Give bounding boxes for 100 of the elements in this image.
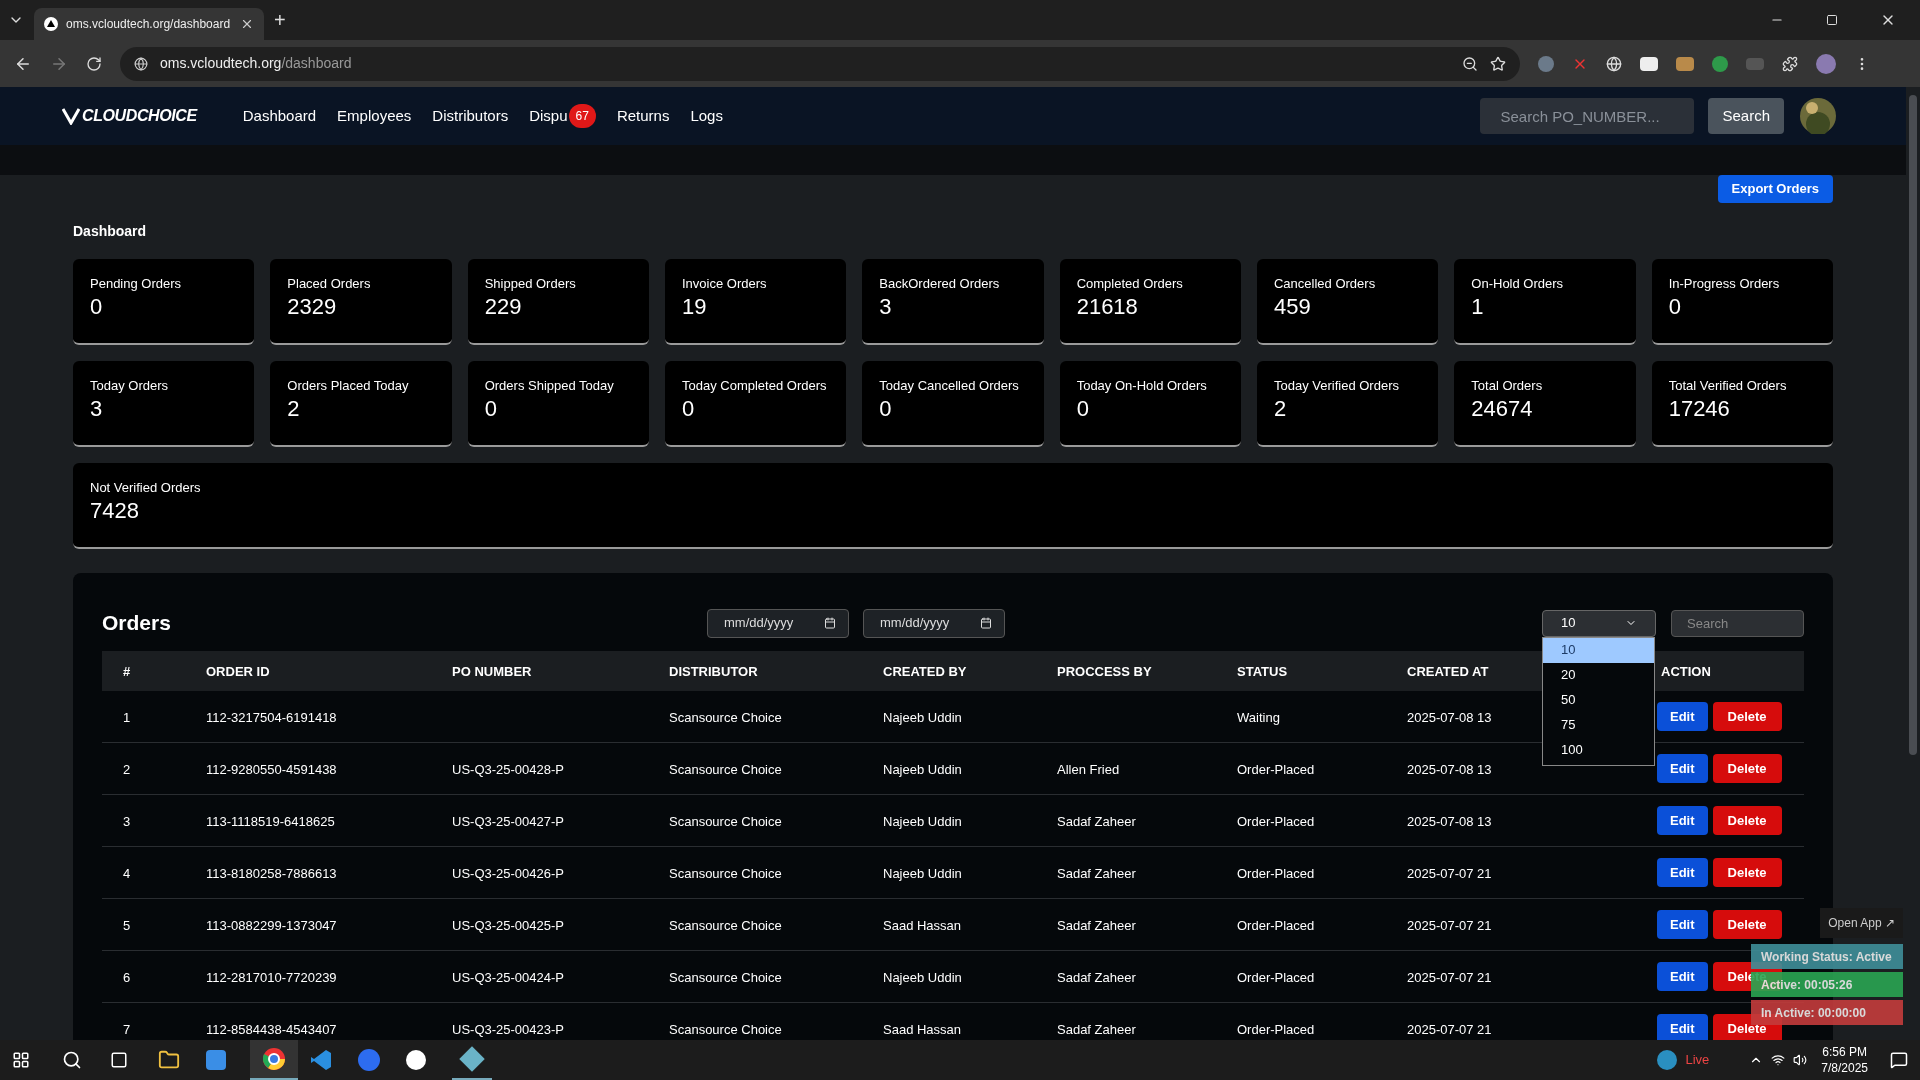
page-size-select[interactable]: 10 xyxy=(1542,609,1656,637)
dropdown-option[interactable]: 100 xyxy=(1543,737,1654,763)
weather-text[interactable]: Live xyxy=(1685,1050,1710,1070)
avatar[interactable] xyxy=(1800,98,1836,134)
close-icon[interactable] xyxy=(240,17,254,31)
stat-label: In-Progress Orders xyxy=(1668,277,1781,290)
bookmark-icon[interactable] xyxy=(1490,55,1506,72)
table-cell: Najeeb Uddin xyxy=(883,813,962,829)
stat-label: Cancelled Orders xyxy=(1274,277,1377,290)
zoom-icon[interactable] xyxy=(1462,55,1478,72)
table-cell: 2025-07-08 13 xyxy=(1407,813,1492,829)
globe-icon[interactable] xyxy=(1606,55,1622,72)
open-app-toast[interactable]: Open App ↗ xyxy=(1820,908,1903,938)
nav-link[interactable]: Distributors xyxy=(432,104,509,128)
dropdown-option[interactable]: 75 xyxy=(1543,712,1654,738)
delete-button[interactable]: Delete xyxy=(1712,806,1782,835)
stat-value: 3 xyxy=(879,296,893,318)
table-cell: Scansource Choice xyxy=(669,813,782,829)
edit-button[interactable]: Edit xyxy=(1657,754,1708,783)
address-bar[interactable]: oms.vcloudtech.org/dashboard xyxy=(120,46,1520,81)
windows-icon[interactable] xyxy=(12,1051,30,1069)
store-icon[interactable] xyxy=(206,1050,226,1070)
table-cell: Najeeb Uddin xyxy=(883,865,962,881)
search-icon[interactable] xyxy=(62,1050,82,1070)
dropdown-option[interactable]: 50 xyxy=(1543,687,1654,713)
column-header: CREATED BY xyxy=(883,664,967,679)
nav-link[interactable]: Dispu xyxy=(529,104,568,128)
table-cell: 2025-07-07 21 xyxy=(1407,917,1492,933)
edit-button[interactable]: Edit xyxy=(1657,858,1708,887)
logo-icon xyxy=(62,107,80,125)
stat-label: Orders Shipped Today xyxy=(484,379,615,392)
date-field[interactable]: mm/dd/yyyy xyxy=(707,608,849,638)
table-cell: Waiting xyxy=(1237,709,1280,725)
status-toast: Working Status: Active xyxy=(1751,944,1903,969)
edit-button[interactable]: Edit xyxy=(1657,962,1708,991)
edit-button[interactable]: Edit xyxy=(1657,806,1708,835)
table-cell: US-Q3-25-00425-P xyxy=(452,917,564,933)
stat-label: Today Completed Orders xyxy=(682,379,828,392)
new-tab-button[interactable]: + xyxy=(274,5,286,35)
table-cell: US-Q3-25-00424-P xyxy=(452,969,564,985)
column-header: ORDER ID xyxy=(206,664,270,679)
extensions-icon[interactable] xyxy=(1782,55,1798,72)
stat-label: Completed Orders xyxy=(1076,277,1184,290)
delete-button[interactable]: Delete xyxy=(1712,858,1782,887)
dropdown-option[interactable]: 10 xyxy=(1543,637,1654,663)
clock-date[interactable]: 7/8/2025 xyxy=(1821,1060,1868,1076)
search-button[interactable]: Search xyxy=(1708,98,1784,134)
table-cell: Scansource Choice xyxy=(669,969,782,985)
date-field[interactable]: mm/dd/yyyy xyxy=(863,608,1005,638)
calendar-icon[interactable] xyxy=(980,617,992,629)
code-editor-icon[interactable] xyxy=(310,1049,332,1071)
table-cell: 112-2817010-7720239 xyxy=(206,969,337,985)
edit-button[interactable]: Edit xyxy=(1657,1014,1708,1040)
extension-icon[interactable] xyxy=(1640,56,1658,71)
delete-button[interactable]: Delete xyxy=(1712,754,1782,783)
nav-link[interactable]: Dashboard xyxy=(242,104,317,128)
volume-icon[interactable] xyxy=(1793,1053,1808,1067)
nav-link[interactable]: Employees xyxy=(337,104,412,128)
edit-button[interactable]: Edit xyxy=(1657,702,1708,731)
stat-value: 1 xyxy=(1471,296,1485,318)
stat-value: 19 xyxy=(682,296,708,318)
table-cell: Najeeb Uddin xyxy=(883,709,962,725)
stat-value: 0 xyxy=(1668,296,1682,318)
dropdown-option[interactable]: 20 xyxy=(1543,662,1654,688)
stat-value: 0 xyxy=(90,296,104,318)
restore-icon[interactable] xyxy=(1826,14,1838,26)
export-orders-button[interactable]: Export Orders xyxy=(1717,175,1833,203)
table-cell: Najeeb Uddin xyxy=(883,761,962,777)
reload-icon[interactable] xyxy=(86,55,102,72)
notification-icon[interactable] xyxy=(1890,1051,1908,1069)
orders-title: Orders xyxy=(102,610,172,637)
table-cell: Sadaf Zaheer xyxy=(1057,1021,1136,1037)
orders-search-field[interactable]: Search xyxy=(1671,609,1804,637)
stat-value: 2329 xyxy=(287,296,338,318)
clock-time[interactable]: 6:56 PM xyxy=(1822,1044,1867,1060)
table-cell: US-Q3-25-00426-P xyxy=(452,865,564,881)
calendar-icon[interactable] xyxy=(824,617,836,629)
stat-label: Placed Orders xyxy=(287,277,372,290)
table-cell: 6 xyxy=(123,969,131,985)
edit-button[interactable]: Edit xyxy=(1657,910,1708,939)
delete-button[interactable]: Delete xyxy=(1712,910,1782,939)
table-cell: Order-Placed xyxy=(1237,1021,1315,1037)
browser-tab[interactable]: oms.vcloudtech.org/dashboard xyxy=(34,8,264,40)
table-cell: Sadaf Zaheer xyxy=(1057,969,1136,985)
table-cell: 2025-07-08 13 xyxy=(1407,709,1492,725)
delete-button[interactable]: Delete xyxy=(1712,702,1782,731)
table-cell: Order-Placed xyxy=(1237,865,1315,881)
browser-icon[interactable] xyxy=(263,1048,285,1070)
po-search-field[interactable]: Search PO_NUMBER... xyxy=(1480,98,1695,134)
task-view-icon[interactable] xyxy=(110,1051,128,1069)
profile-icon[interactable] xyxy=(1816,53,1836,74)
nav-link[interactable]: Logs xyxy=(690,104,723,128)
table-cell: US-Q3-25-00423-P xyxy=(452,1021,564,1037)
folder-icon[interactable] xyxy=(158,1049,180,1071)
network-icon[interactable] xyxy=(1771,1053,1786,1067)
table-cell: Saad Hassan xyxy=(883,1021,962,1037)
stat-value: 2 xyxy=(1274,398,1288,420)
logo-text: CLOUDCHOICE xyxy=(82,106,197,126)
stat-value: 17246 xyxy=(1668,398,1731,420)
nav-link[interactable]: Returns xyxy=(616,104,670,128)
